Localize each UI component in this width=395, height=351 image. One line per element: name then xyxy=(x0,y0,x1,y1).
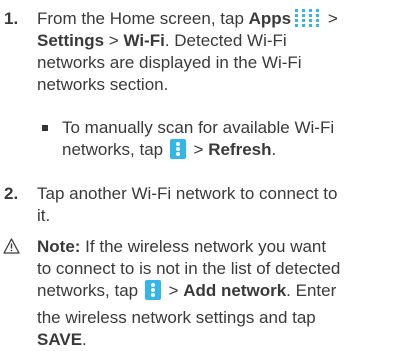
note-text-part: . Enter xyxy=(286,281,337,300)
add-network-label: Add network xyxy=(183,281,287,300)
more-options-icon xyxy=(169,139,186,159)
step-number: 1. xyxy=(4,9,19,28)
separator: > xyxy=(323,9,338,28)
step-text-part: networks are displayed in the Wi-Fi xyxy=(37,53,302,72)
bullet-text-part: networks, tap xyxy=(62,140,168,159)
refresh-label: Refresh xyxy=(208,140,272,159)
bullet-text: To manually scan for available Wi-Fi net… xyxy=(62,117,392,161)
step-text: From the Home screen, tap Apps > Setting… xyxy=(37,8,387,96)
step-text-part: From the Home screen, tap xyxy=(37,9,249,28)
apps-label: Apps xyxy=(248,9,292,28)
save-label: SAVE xyxy=(37,330,83,349)
step-text: Tap another Wi-Fi network to connect to … xyxy=(37,183,387,227)
separator: > xyxy=(188,140,209,159)
step-text-part: it. xyxy=(37,206,51,225)
warning-icon xyxy=(3,238,20,254)
note-text-part: the wireless network settings and tap xyxy=(37,308,316,327)
step-text-part: . Detected Wi-Fi xyxy=(164,31,287,50)
bullet-marker xyxy=(42,125,48,131)
more-options-icon xyxy=(144,280,161,300)
punctuation: . xyxy=(271,140,277,159)
separator: > xyxy=(104,31,124,50)
step-text-part: Tap another Wi-Fi network to connect to xyxy=(37,184,338,203)
note-text: Note: If the wireless network you want t… xyxy=(37,236,387,351)
wifi-label: Wi-Fi xyxy=(123,31,165,50)
note-label: Note: xyxy=(37,237,81,256)
note-text-part: If the wireless network you want xyxy=(80,237,327,256)
note-text-part: networks, tap xyxy=(37,281,143,300)
apps-grid-icon xyxy=(295,9,320,27)
note-text-part: to connect to is not in the list of dete… xyxy=(37,259,341,278)
punctuation: . xyxy=(82,330,87,349)
step-text-part: networks section. xyxy=(37,75,169,94)
bullet-text-part: To manually scan for available Wi-Fi xyxy=(62,118,335,137)
step-number: 2. xyxy=(4,184,19,203)
separator: > xyxy=(163,281,184,300)
settings-label: Settings xyxy=(37,31,105,50)
